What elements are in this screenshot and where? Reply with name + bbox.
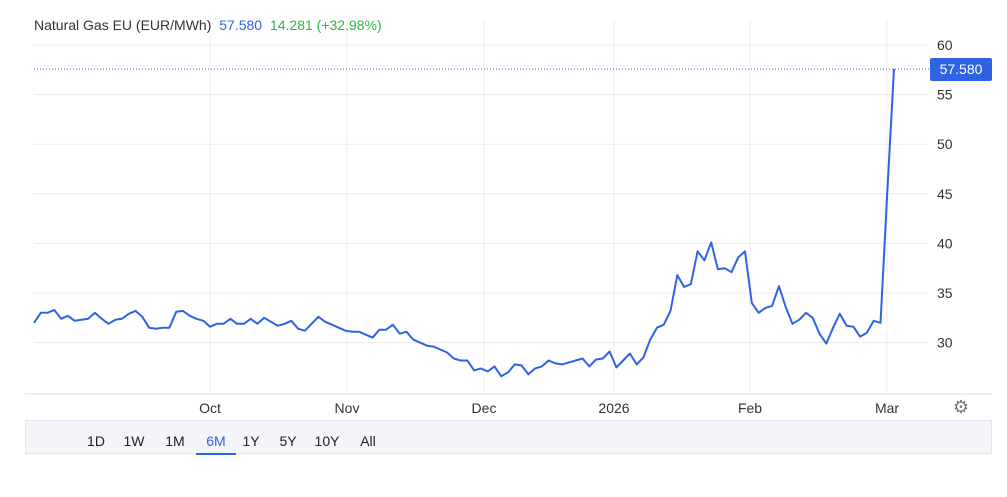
chart-container: 30 35 40 45 50 55 60 Oct Nov Dec 2026 Feb Mar Natura… bbox=[0, 0, 1007, 497]
price-change: 14.281 (+32.98%) bbox=[269, 17, 382, 33]
y-tick-label: 50 bbox=[937, 136, 953, 152]
range-button-10y[interactable]: 10Y bbox=[308, 429, 346, 453]
x-tick-label: Oct bbox=[199, 400, 221, 416]
x-tick-label: Dec bbox=[472, 400, 497, 416]
y-tick-label: 55 bbox=[937, 87, 953, 103]
x-tick-label: 2026 bbox=[598, 400, 629, 416]
gear-icon[interactable]: ⚙ bbox=[950, 396, 972, 418]
x-tick-label: Mar bbox=[875, 400, 899, 416]
chart-legend: Natural Gas EU (EUR/MWh) 57.580 14.281 (… bbox=[34, 17, 386, 33]
series-line bbox=[33, 68, 895, 378]
last-price: 57.580 bbox=[219, 17, 263, 33]
range-toolbar: 1D 1W 1M 6M 1Y 5Y 10Y All bbox=[25, 420, 992, 455]
y-tick-label: 45 bbox=[937, 186, 953, 202]
x-tick-label: Nov bbox=[335, 400, 360, 416]
range-button-1d[interactable]: 1D bbox=[81, 429, 111, 453]
y-tick-label: 30 bbox=[937, 335, 953, 351]
current-price-tag: 57.580 bbox=[930, 58, 992, 81]
x-tick-label: Feb bbox=[738, 400, 762, 416]
range-button-all[interactable]: All bbox=[352, 429, 384, 453]
range-button-1m[interactable]: 1M bbox=[159, 429, 191, 453]
range-button-5y[interactable]: 5Y bbox=[273, 429, 303, 453]
y-tick-label: 35 bbox=[937, 285, 953, 301]
range-button-1w[interactable]: 1W bbox=[117, 429, 151, 453]
instrument-name: Natural Gas EU (EUR/MWh) bbox=[34, 17, 212, 33]
y-tick-label: 60 bbox=[937, 37, 953, 53]
range-button-1y[interactable]: 1Y bbox=[236, 429, 266, 453]
y-tick-label: 40 bbox=[937, 235, 953, 251]
range-button-6m[interactable]: 6M bbox=[196, 429, 236, 455]
